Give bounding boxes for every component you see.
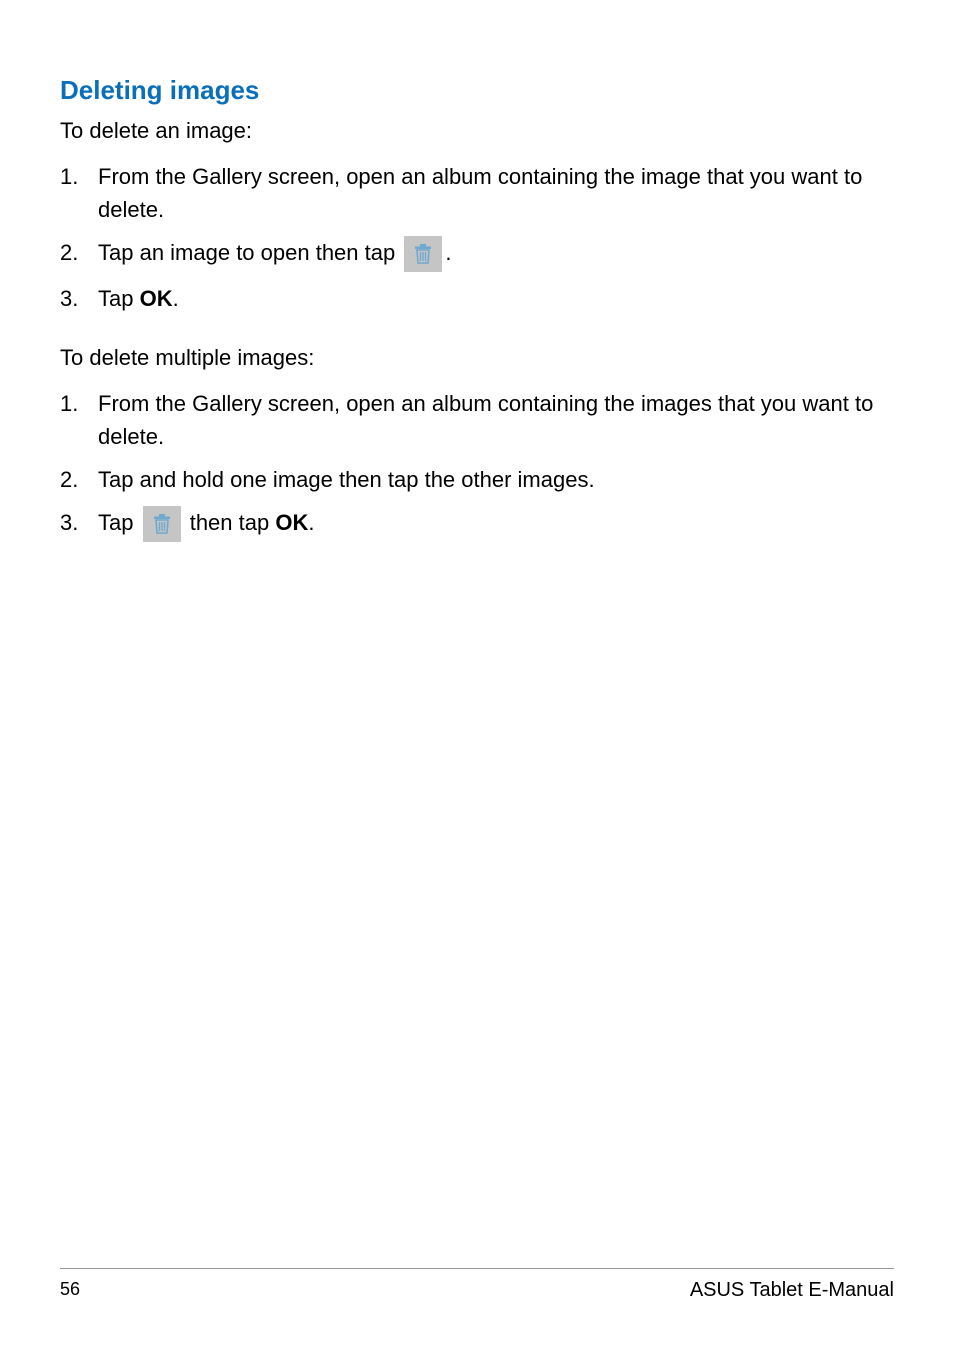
text-fragment: .: [173, 286, 179, 311]
text-fragment: .: [308, 510, 314, 535]
list-item: 1. From the Gallery screen, open an albu…: [60, 160, 894, 226]
step-number: 3.: [60, 282, 98, 315]
step-text: From the Gallery screen, open an album c…: [98, 387, 894, 453]
steps-list-1: 1. From the Gallery screen, open an albu…: [60, 160, 894, 315]
step-number: 2.: [60, 236, 98, 269]
page-footer: 56 ASUS Tablet E-Manual: [60, 1268, 894, 1302]
list-item: 3. Tap then tap OK.: [60, 506, 894, 542]
text-fragment: Tap: [98, 286, 140, 311]
section-heading: Deleting images: [60, 75, 894, 106]
step-text: Tap an image to open then tap .: [98, 236, 894, 272]
list-item: 3. Tap OK.: [60, 282, 894, 315]
ok-label: OK: [275, 510, 308, 535]
list-item: 2. Tap and hold one image then tap the o…: [60, 463, 894, 496]
list-item: 1. From the Gallery screen, open an albu…: [60, 387, 894, 453]
intro-text-2: To delete multiple images:: [60, 343, 894, 373]
step-text: From the Gallery screen, open an album c…: [98, 160, 894, 226]
text-fragment: then tap: [184, 510, 276, 535]
text-fragment: .: [445, 240, 451, 265]
step-text: Tap then tap OK.: [98, 506, 894, 542]
step-number: 1.: [60, 387, 98, 420]
step-number: 2.: [60, 463, 98, 496]
text-fragment: Tap: [98, 510, 140, 535]
steps-list-2: 1. From the Gallery screen, open an albu…: [60, 387, 894, 542]
ok-label: OK: [140, 286, 173, 311]
step-number: 1.: [60, 160, 98, 193]
trash-icon: [143, 506, 181, 542]
step-text: Tap and hold one image then tap the othe…: [98, 463, 894, 496]
footer-title: ASUS Tablet E-Manual: [690, 1279, 894, 1302]
text-fragment: Tap an image to open then tap: [98, 240, 401, 265]
intro-text-1: To delete an image:: [60, 116, 894, 146]
step-number: 3.: [60, 506, 98, 539]
trash-icon: [404, 236, 442, 272]
step-text: Tap OK.: [98, 282, 894, 315]
page-number: 56: [60, 1279, 80, 1302]
list-item: 2. Tap an image to open then tap .: [60, 236, 894, 272]
